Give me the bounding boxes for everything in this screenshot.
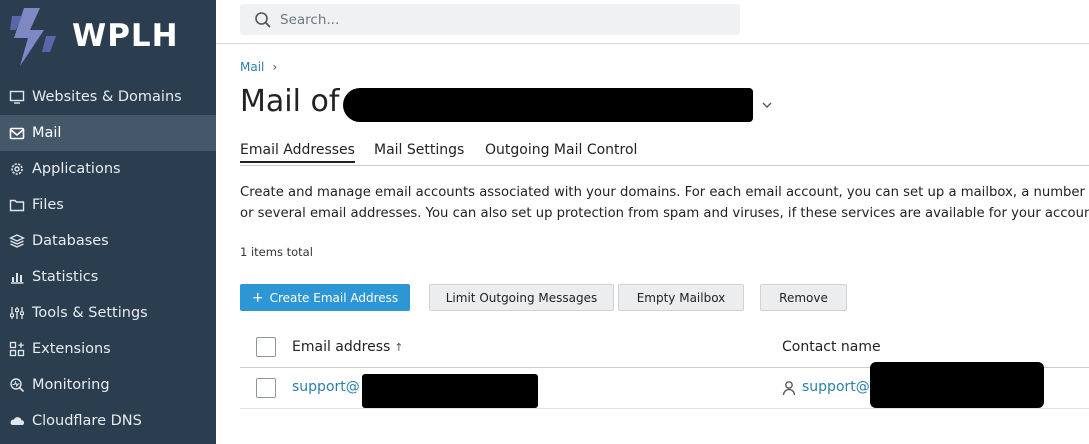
sidebar-item-label: Applications (32, 161, 121, 177)
sidebar-item-mail[interactable]: Mail (0, 115, 216, 151)
limit-outgoing-messages-button[interactable]: Limit Outgoing Messages (429, 284, 614, 311)
sidebar-item-label: Databases (32, 233, 109, 249)
bar-chart-icon (8, 268, 26, 286)
redacted-domain (343, 88, 753, 122)
create-email-address-button[interactable]: + Create Email Address (240, 284, 410, 311)
sidebar: WPLH Websites & Domains Mail Application… (0, 0, 216, 444)
sidebar-item-monitoring[interactable]: Monitoring (0, 367, 216, 403)
sidebar-item-files[interactable]: Files (0, 187, 216, 223)
tab-bar: Email Addresses Mail Settings Outgoing M… (240, 142, 1089, 166)
redacted-email-domain (362, 374, 538, 408)
sidebar-item-label: Mail (32, 125, 62, 141)
column-header-email-label: Email address (292, 339, 391, 355)
page-title: Mail of (240, 84, 340, 119)
logo[interactable]: WPLH (6, 6, 206, 68)
email-address-link[interactable]: support@ (292, 379, 360, 395)
user-icon (782, 380, 796, 396)
row-checkbox[interactable] (256, 378, 276, 398)
lightning-logo-icon (10, 8, 56, 66)
sort-ascending-icon: ↑ (394, 341, 404, 354)
top-bar (216, 0, 1089, 44)
redacted-contact-name (870, 362, 1044, 408)
sidebar-item-label: Tools & Settings (32, 305, 148, 321)
sidebar-nav: Websites & Domains Mail Applications Fil… (0, 79, 216, 439)
create-email-address-label: Create Email Address (269, 290, 399, 305)
sidebar-item-label: Cloudflare DNS (32, 413, 142, 429)
page-description: Create and manage email accounts associa… (240, 182, 1089, 224)
sidebar-item-websites-domains[interactable]: Websites & Domains (0, 79, 216, 115)
breadcrumb-separator: › (272, 60, 278, 74)
column-header-email[interactable]: Email address ↑ (292, 339, 404, 355)
chevron-down-icon[interactable] (761, 100, 773, 110)
toolbar: + Create Email Address Limit Outgoing Me… (240, 284, 1089, 311)
folder-icon (8, 196, 26, 214)
sidebar-item-tools-settings[interactable]: Tools & Settings (0, 295, 216, 331)
main-content: Mail › Mail of Email Addresses Mail Sett… (240, 44, 1089, 444)
tab-email-addresses[interactable]: Email Addresses (240, 142, 355, 163)
items-count: 1 items total (240, 245, 313, 259)
sidebar-item-label: Extensions (32, 341, 111, 357)
sidebar-item-extensions[interactable]: Extensions (0, 331, 216, 367)
contact-name-link[interactable]: support@ (802, 379, 870, 395)
layers-icon (8, 232, 26, 250)
monitor-icon (8, 88, 26, 106)
empty-mailbox-button[interactable]: Empty Mailbox (618, 284, 744, 311)
tab-outgoing-mail-control[interactable]: Outgoing Mail Control (485, 142, 637, 158)
plus-icon: + (251, 289, 264, 306)
sidebar-item-statistics[interactable]: Statistics (0, 259, 216, 295)
gear-icon (8, 160, 26, 178)
column-header-contact[interactable]: Contact name (782, 339, 881, 355)
cloud-icon (8, 412, 26, 430)
description-line-2: or several email addresses. You can also… (240, 206, 1089, 221)
sidebar-item-label: Monitoring (32, 377, 110, 393)
sidebar-item-label: Statistics (32, 269, 99, 285)
search-input[interactable] (280, 11, 720, 28)
monitoring-icon (8, 376, 26, 394)
remove-button[interactable]: Remove (760, 284, 847, 311)
sidebar-item-label: Websites & Domains (32, 89, 182, 105)
description-line-1: Create and manage email accounts associa… (240, 185, 1089, 200)
table-row: support@ support@ (240, 362, 1089, 409)
select-all-checkbox[interactable] (256, 337, 276, 357)
breadcrumb-mail-link[interactable]: Mail (240, 60, 264, 74)
brand-name: WPLH (72, 18, 179, 54)
breadcrumb: Mail › (240, 60, 277, 74)
search-box[interactable] (240, 4, 740, 35)
sidebar-item-databases[interactable]: Databases (0, 223, 216, 259)
tab-mail-settings[interactable]: Mail Settings (374, 142, 464, 158)
extensions-icon (8, 340, 26, 358)
sidebar-item-cloudflare-dns[interactable]: Cloudflare DNS (0, 403, 216, 439)
envelope-icon (8, 124, 26, 142)
sidebar-item-applications[interactable]: Applications (0, 151, 216, 187)
sliders-icon (8, 304, 26, 322)
sidebar-item-label: Files (32, 197, 64, 213)
search-icon (254, 11, 272, 29)
